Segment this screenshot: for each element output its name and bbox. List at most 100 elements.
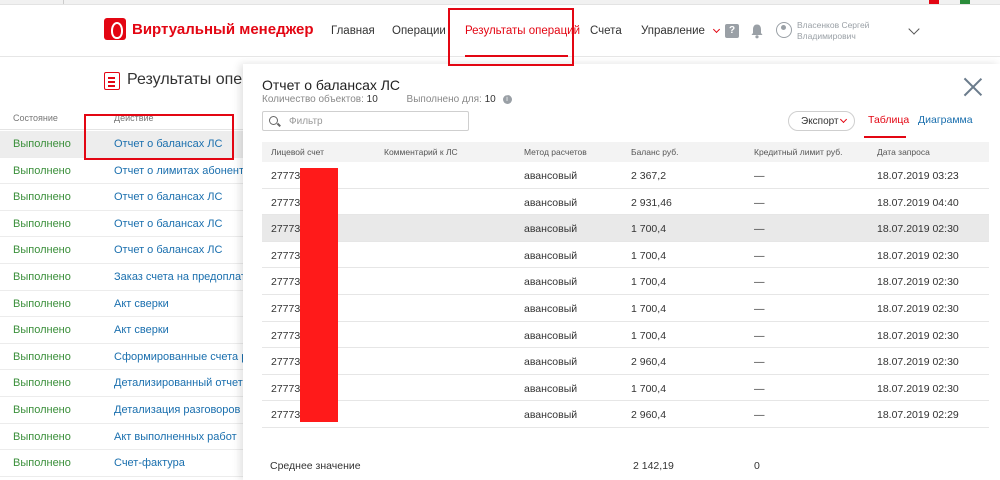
list-item[interactable]: Выполнено Акт выполненных работ (0, 424, 243, 451)
user-avatar-icon[interactable] (776, 22, 792, 38)
credit-limit-cell: — (754, 329, 765, 342)
method-cell: авансовый (524, 409, 578, 422)
table-row[interactable]: 277733 авансовый 2 960,4—18.07.2019 02:30 (262, 348, 989, 375)
credit-limit-cell: — (754, 249, 765, 262)
status-label: Выполнено (13, 350, 71, 363)
active-tab-indicator (864, 136, 906, 138)
table-row[interactable]: 277733 авансовый 1 700,4—18.07.2019 02:30 (262, 375, 989, 402)
brand-logo[interactable]: Виртуальный менеджер (104, 18, 314, 40)
action-link[interactable]: Акт выполненных работ (114, 431, 237, 443)
column-header-method[interactable]: Метод расчетов (524, 147, 587, 157)
date-cell: 18.07.2019 02:30 (877, 223, 959, 236)
action-link[interactable]: Отчет о лимитах абонентов (114, 165, 256, 177)
list-item[interactable]: Выполнено Акт сверки (0, 317, 243, 344)
column-header-credit-limit[interactable]: Кредитный лимит руб. (754, 147, 843, 157)
list-item[interactable]: Выполнено Отчет о балансах ЛС (0, 184, 243, 211)
table-row[interactable]: 277738 авансовый 2 367,2—18.07.2019 03:23 (262, 162, 989, 189)
list-item[interactable]: Выполнено Отчет о балансах ЛС (0, 211, 243, 238)
table-row[interactable]: 277733 авансовый 1 700,4—18.07.2019 02:30 (262, 215, 989, 242)
tab-diagram[interactable]: Диаграмма (918, 114, 973, 126)
filter-input[interactable] (289, 114, 464, 128)
browser-extension-icon[interactable] (960, 0, 970, 4)
list-item[interactable]: Выполнено Детализированный отчет по (0, 370, 258, 397)
tab-table[interactable]: Таблица (868, 114, 909, 126)
status-label: Выполнено (13, 430, 71, 443)
user-menu-chevron-icon[interactable] (908, 23, 920, 35)
report-table-header: Лицевой счет Комментарий к ЛС Метод расч… (262, 142, 989, 162)
list-item[interactable]: Выполнено Заказ счета на предоплату (0, 264, 252, 291)
list-item[interactable]: Выполнено Счет-фактура (0, 450, 243, 477)
filter-field[interactable] (262, 111, 469, 131)
method-cell: авансовый (524, 356, 578, 369)
status-label: Выполнено (13, 217, 71, 230)
balance-cell: 1 700,4 (631, 276, 667, 289)
brand-name: Виртуальный менеджер (132, 20, 314, 38)
table-row[interactable]: 277733 авансовый 2 960,4—18.07.2019 02:29 (262, 401, 989, 428)
close-icon[interactable] (962, 75, 984, 97)
method-cell: авансовый (524, 303, 578, 315)
action-link[interactable]: Детализация разговоров (114, 404, 240, 416)
column-header-status[interactable]: Состояние (13, 113, 58, 123)
balance-cell: 2 367,2 (631, 170, 667, 182)
column-header-account[interactable]: Лицевой счет (271, 147, 324, 157)
browser-extension-icon[interactable] (929, 0, 939, 4)
status-label: Выполнено (13, 324, 71, 337)
date-cell: 18.07.2019 02:30 (877, 356, 959, 369)
nav-home[interactable]: Главная (331, 5, 375, 57)
credit-limit-cell: — (754, 303, 765, 315)
action-link[interactable]: Отчет о балансах ЛС (114, 244, 222, 256)
nav-operations[interactable]: Операции (392, 5, 446, 57)
column-header-date[interactable]: Дата запроса (877, 147, 930, 157)
balance-cell: 2 931,46 (631, 196, 672, 209)
table-row[interactable]: 277733 авансовый 1 700,4—18.07.2019 02:30 (262, 268, 989, 295)
done-for-label: Выполнено для: (406, 94, 482, 105)
action-link[interactable]: Счет-фактура (114, 457, 185, 469)
credit-limit-cell: — (754, 382, 765, 395)
table-row[interactable]: 277733 авансовый 1 700,4—18.07.2019 02:30 (262, 322, 989, 349)
action-link[interactable]: Акт сверки (114, 298, 169, 310)
chevron-down-icon (713, 25, 721, 34)
list-item[interactable]: Выполнено Акт сверки (0, 291, 243, 318)
status-label: Выполнено (13, 191, 71, 204)
action-link[interactable]: Акт сверки (114, 324, 169, 336)
nav-management-label: Управление (641, 25, 705, 37)
info-icon[interactable]: i (502, 95, 512, 104)
method-cell: авансовый (524, 382, 578, 395)
list-item[interactable]: Выполнено Детализация разговоров (0, 397, 243, 424)
balance-cell: 1 700,4 (631, 303, 667, 315)
export-button[interactable]: Экспорт (788, 111, 855, 131)
action-link[interactable]: Детализированный отчет по (114, 377, 258, 389)
list-item[interactable]: Выполнено Сформированные счета расч (0, 344, 265, 371)
annotation-highlight-nav (448, 8, 574, 66)
method-cell: авансовый (524, 249, 578, 262)
summary-balance: 2 142,19 (633, 460, 674, 472)
nav-management[interactable]: Управление (641, 5, 721, 57)
list-item[interactable]: Выполнено Отчет о лимитах абонентов (0, 158, 256, 185)
date-cell: 18.07.2019 03:23 (877, 170, 959, 182)
user-name-line1: Власенков Сергей (797, 20, 870, 30)
help-icon[interactable]: ? (725, 24, 739, 38)
column-header-balance[interactable]: Баланс руб. (631, 147, 679, 157)
summary-label: Среднее значение (270, 460, 361, 472)
action-link[interactable]: Заказ счета на предоплату (114, 271, 252, 283)
action-link[interactable]: Отчет о балансах ЛС (114, 191, 222, 203)
table-row[interactable]: 277733 авансовый 1 700,4—18.07.2019 02:30 (262, 295, 989, 322)
balance-cell: 1 700,4 (631, 223, 667, 236)
action-link[interactable]: Сформированные счета расч (114, 351, 265, 363)
date-cell: 18.07.2019 02:30 (877, 303, 959, 315)
credit-limit-cell: — (754, 223, 765, 236)
status-label: Выполнено (13, 138, 71, 150)
action-link[interactable]: Отчет о балансах ЛС (114, 218, 222, 230)
status-label: Выполнено (13, 244, 71, 257)
chevron-down-icon (839, 115, 848, 124)
column-header-comment[interactable]: Комментарий к ЛС (384, 147, 458, 157)
date-cell: 18.07.2019 02:30 (877, 382, 959, 395)
notification-bell-icon[interactable] (750, 23, 764, 39)
table-row[interactable]: 277738 авансовый 2 931,46—18.07.2019 04:40 (262, 189, 989, 216)
credit-limit-cell: — (754, 356, 765, 369)
table-row[interactable]: 277733 авансовый 1 700,4—18.07.2019 02:30 (262, 242, 989, 269)
method-cell: авансовый (524, 329, 578, 342)
user-name[interactable]: Власенков Сергей Владимирович (797, 20, 869, 42)
nav-accounts[interactable]: Счета (590, 5, 622, 57)
list-item[interactable]: Выполнено Отчет о балансах ЛС (0, 237, 243, 264)
